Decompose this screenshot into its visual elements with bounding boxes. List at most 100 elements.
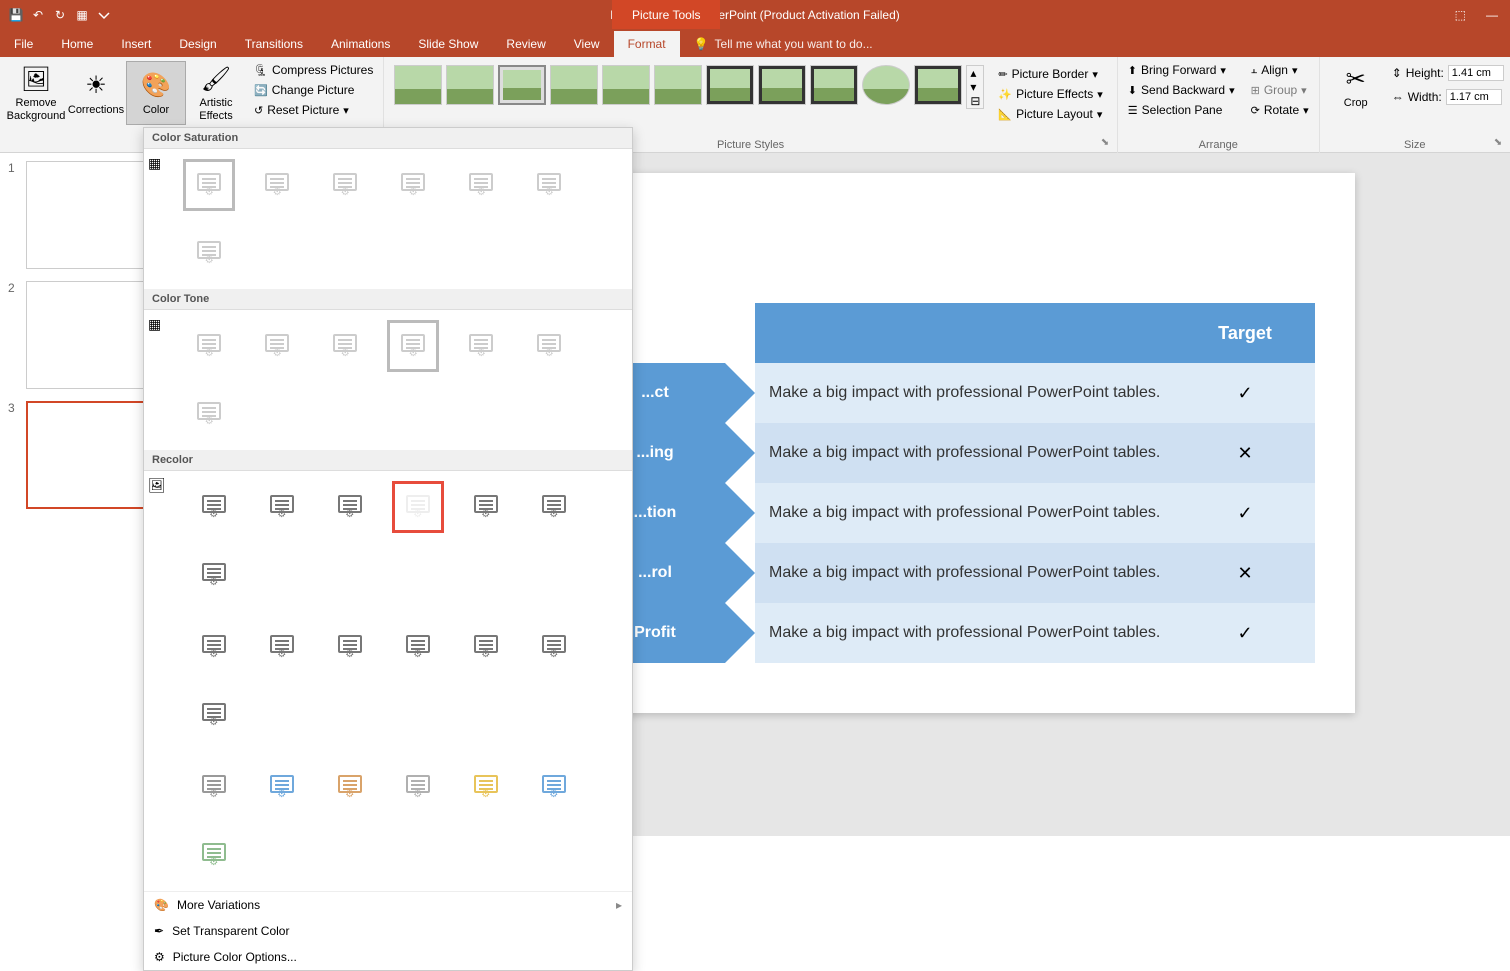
- row-target: ✓: [1175, 363, 1315, 423]
- align-button[interactable]: ⫠ Align ▾: [1247, 61, 1313, 79]
- style-2[interactable]: [446, 65, 494, 105]
- tone-option-0[interactable]: ⚙: [183, 320, 235, 372]
- recolor-r2-3[interactable]: ⚙: [392, 621, 444, 673]
- row-target: ✓: [1175, 483, 1315, 543]
- recolor-r1-2[interactable]: ⚙: [324, 481, 376, 533]
- corrections-button[interactable]: ☀ Corrections: [66, 61, 126, 125]
- thumb-num: 1: [8, 161, 20, 269]
- reset-picture-button[interactable]: ↺ Reset Picture ▾: [250, 101, 377, 119]
- saturation-option-5[interactable]: ⚙: [523, 159, 575, 211]
- picture-border-button[interactable]: ✏ Picture Border ▾: [994, 65, 1106, 83]
- tab-transitions[interactable]: Transitions: [231, 31, 317, 57]
- titlebar: 💾 ↶ ↻ ▦ Presentation1 - PowerPoint (Prod…: [0, 0, 1510, 29]
- tab-insert[interactable]: Insert: [107, 31, 165, 57]
- saturation-option-2[interactable]: ⚙: [319, 159, 371, 211]
- artistic-effects-button[interactable]: 🖌 Artistic Effects: [186, 61, 246, 125]
- styles-dialog-launcher[interactable]: ⬊: [1101, 137, 1113, 149]
- row-target: ✕: [1175, 543, 1315, 603]
- compress-pictures-button[interactable]: 🗜 Compress Pictures: [250, 61, 377, 79]
- change-picture-button[interactable]: 🔄 Change Picture: [250, 81, 377, 99]
- recolor-r1-4[interactable]: ⚙: [460, 481, 512, 533]
- recolor-r2-2[interactable]: ⚙: [324, 621, 376, 673]
- tone-option-1[interactable]: ⚙: [251, 320, 303, 372]
- recolor-r3-4[interactable]: ⚙: [460, 761, 512, 813]
- recolor-r1-3[interactable]: ⚙: [392, 481, 444, 533]
- recolor-r3-3[interactable]: ⚙: [392, 761, 444, 813]
- recolor-r2-1[interactable]: ⚙: [256, 621, 308, 673]
- recolor-r3-1[interactable]: ⚙: [256, 761, 308, 813]
- picture-color-options-button[interactable]: ⚙ Picture Color Options...: [144, 944, 632, 970]
- recolor-r2-4[interactable]: ⚙: [460, 621, 512, 673]
- saturation-option-6[interactable]: ⚙: [183, 227, 235, 279]
- recolor-r1-0[interactable]: ⚙: [188, 481, 240, 533]
- gallery-up-icon[interactable]: ▴: [967, 66, 983, 80]
- set-transparent-button[interactable]: ✒ Set Transparent Color: [144, 918, 632, 944]
- tab-design[interactable]: Design: [165, 31, 230, 57]
- style-3[interactable]: [498, 65, 546, 105]
- send-backward-button[interactable]: ⬇ Send Backward ▾: [1124, 81, 1239, 99]
- gallery-down-icon[interactable]: ▾: [967, 80, 983, 94]
- more-variations-button[interactable]: 🎨 More Variations ▸: [144, 892, 632, 918]
- style-6[interactable]: [654, 65, 702, 105]
- style-1[interactable]: [394, 65, 442, 105]
- selection-pane-button[interactable]: ☰ Selection Pane: [1124, 101, 1239, 119]
- recolor-r3-6[interactable]: ⚙: [188, 829, 240, 881]
- crop-button[interactable]: ✂ Crop: [1326, 61, 1386, 112]
- qat-more-icon[interactable]: [96, 7, 112, 23]
- send-back-label: Send Backward: [1141, 83, 1225, 97]
- picture-effects-button[interactable]: ✨ Picture Effects ▾: [994, 85, 1106, 103]
- corrections-icon: ☀: [80, 70, 112, 102]
- color-button[interactable]: 🎨 Color: [126, 61, 186, 125]
- recolor-r2-5[interactable]: ⚙: [528, 621, 580, 673]
- recolor-r1-5[interactable]: ⚙: [528, 481, 580, 533]
- redo-icon[interactable]: ↻: [52, 7, 68, 23]
- tone-option-5[interactable]: ⚙: [523, 320, 575, 372]
- saturation-option-3[interactable]: ⚙: [387, 159, 439, 211]
- size-dialog-launcher[interactable]: ⬊: [1494, 137, 1506, 149]
- tone-option-4[interactable]: ⚙: [455, 320, 507, 372]
- saturation-option-0[interactable]: ⚙: [183, 159, 235, 211]
- tone-option-2[interactable]: ⚙: [319, 320, 371, 372]
- rotate-button[interactable]: ⟳ Rotate ▾: [1247, 101, 1313, 119]
- style-11[interactable]: [914, 65, 962, 105]
- group-button[interactable]: ⊞ Group ▾: [1247, 81, 1313, 99]
- style-4[interactable]: [550, 65, 598, 105]
- style-10[interactable]: [862, 65, 910, 105]
- style-5[interactable]: [602, 65, 650, 105]
- width-input[interactable]: [1446, 89, 1502, 105]
- recolor-grid-1: ⚙ ⚙ ⚙ ⚙ ⚙ ⚙ ⚙: [170, 471, 632, 611]
- tab-slideshow[interactable]: Slide Show: [404, 31, 492, 57]
- save-icon[interactable]: 💾: [8, 7, 24, 23]
- undo-icon[interactable]: ↶: [30, 7, 46, 23]
- tab-format[interactable]: Format: [614, 31, 680, 57]
- tab-animations[interactable]: Animations: [317, 31, 404, 57]
- gallery-more-icon[interactable]: ⊟: [967, 94, 983, 108]
- recolor-r1-6[interactable]: ⚙: [188, 549, 240, 601]
- recolor-r3-5[interactable]: ⚙: [528, 761, 580, 813]
- effects-label: Picture Effects: [1016, 87, 1093, 101]
- style-9[interactable]: [810, 65, 858, 105]
- ribbon-options-icon[interactable]: ⬚: [1455, 8, 1466, 22]
- bring-forward-button[interactable]: ⬆ Bring Forward ▾: [1124, 61, 1239, 79]
- height-input[interactable]: [1448, 65, 1504, 81]
- minimize-icon[interactable]: —: [1486, 8, 1498, 22]
- recolor-r2-0[interactable]: ⚙: [188, 621, 240, 673]
- tab-review[interactable]: Review: [492, 31, 559, 57]
- tone-option-3[interactable]: ⚙: [387, 320, 439, 372]
- recolor-r1-1[interactable]: ⚙: [256, 481, 308, 533]
- tab-view[interactable]: View: [560, 31, 614, 57]
- tab-file[interactable]: File: [0, 31, 47, 57]
- remove-background-button[interactable]: 🖼 Remove Background: [6, 61, 66, 125]
- tone-option-6[interactable]: ⚙: [183, 388, 235, 440]
- recolor-r3-0[interactable]: ⚙: [188, 761, 240, 813]
- tab-home[interactable]: Home: [47, 31, 107, 57]
- picture-layout-button[interactable]: 📐 Picture Layout ▾: [994, 105, 1106, 123]
- style-7[interactable]: [706, 65, 754, 105]
- saturation-option-1[interactable]: ⚙: [251, 159, 303, 211]
- style-8[interactable]: [758, 65, 806, 105]
- tell-me-search[interactable]: 💡 Tell me what you want to do...: [680, 31, 887, 57]
- start-slideshow-icon[interactable]: ▦: [74, 7, 90, 23]
- recolor-r3-2[interactable]: ⚙: [324, 761, 376, 813]
- recolor-r2-6[interactable]: ⚙: [188, 689, 240, 741]
- saturation-option-4[interactable]: ⚙: [455, 159, 507, 211]
